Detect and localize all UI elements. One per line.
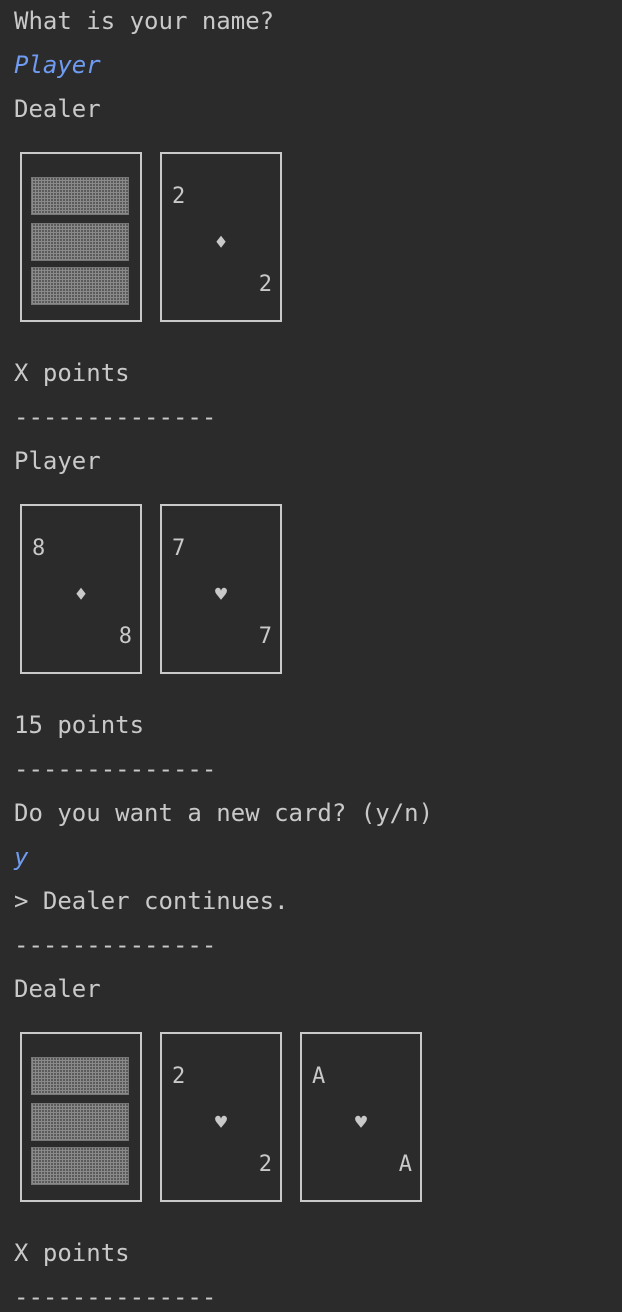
separator: -------------- bbox=[14, 1283, 217, 1311]
card-rank: 8 bbox=[32, 536, 46, 561]
dealer-points: X points bbox=[14, 359, 130, 387]
card: 8 ♦ 8 bbox=[20, 504, 142, 674]
card: A ♥ A bbox=[300, 1032, 422, 1202]
separator: -------------- bbox=[14, 403, 217, 431]
card: 2 ♦ 2 bbox=[160, 152, 282, 322]
card-rank: 2 bbox=[172, 1064, 186, 1089]
diamond-icon: ♦ bbox=[214, 230, 228, 254]
card-back bbox=[20, 1032, 142, 1202]
separator: -------------- bbox=[14, 755, 217, 783]
separator: -------------- bbox=[14, 931, 217, 959]
card-rank: 7 bbox=[258, 624, 272, 649]
player-label: Player bbox=[14, 447, 101, 475]
card-rank: 2 bbox=[258, 1152, 272, 1177]
heart-icon: ♥ bbox=[354, 1110, 368, 1134]
dealer-points: X points bbox=[14, 1239, 130, 1267]
player-points: 15 points bbox=[14, 711, 145, 739]
dealer-label: Dealer bbox=[14, 95, 101, 123]
card-rank: 8 bbox=[118, 624, 132, 649]
prompt-name: What is your name? bbox=[14, 7, 275, 35]
heart-icon: ♥ bbox=[214, 1110, 228, 1134]
card-rank: 2 bbox=[258, 272, 272, 297]
prompt-new-card: Do you want a new card? (y/n) bbox=[14, 799, 434, 827]
user-input-name: Player bbox=[14, 51, 101, 79]
dealer-continues: > Dealer continues. bbox=[14, 887, 289, 915]
card-back bbox=[20, 152, 142, 322]
card-rank: A bbox=[312, 1064, 326, 1089]
diamond-icon: ♦ bbox=[74, 582, 88, 606]
card-rank: 7 bbox=[172, 536, 186, 561]
card-rank: A bbox=[398, 1152, 412, 1177]
card-rank: 2 bbox=[172, 184, 186, 209]
user-input-answer: y bbox=[14, 843, 29, 871]
card: 7 ♥ 7 bbox=[160, 504, 282, 674]
dealer-label: Dealer bbox=[14, 975, 101, 1003]
heart-icon: ♥ bbox=[214, 582, 228, 606]
console-output[interactable]: What is your name? Player Dealer 2 ♦ 2 X… bbox=[0, 0, 622, 1311]
card: 2 ♥ 2 bbox=[160, 1032, 282, 1202]
